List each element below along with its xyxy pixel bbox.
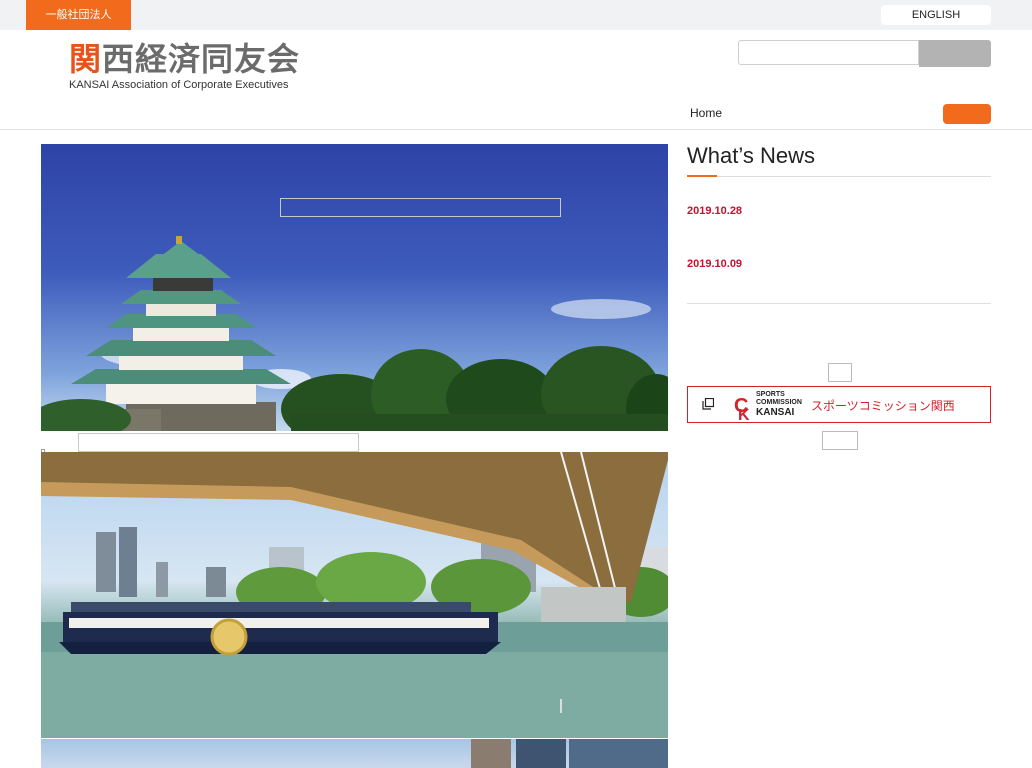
external-link-icon <box>702 398 714 410</box>
hero-slide-castle[interactable] <box>41 144 668 431</box>
news-item-date[interactable]: 2019.10.28 <box>687 205 742 217</box>
more-link-box-2[interactable] <box>822 431 858 450</box>
site-header: 関西経済同友会 KANSAI Association of Corporate … <box>0 30 1032 130</box>
logo-line: KANSAI <box>756 407 795 418</box>
news-divider <box>687 303 991 304</box>
search-input[interactable] <box>738 40 919 65</box>
nav-home-link[interactable]: Home <box>690 106 722 120</box>
slide-caption-box-2 <box>78 433 359 452</box>
svg-text:K: K <box>738 407 750 422</box>
sports-commission-banner[interactable]: C K SPORTS COMMISSION KANSAI スポーツコミッション関… <box>687 386 991 423</box>
top-bar: 一般社団法人 ENGLISH <box>0 0 1032 30</box>
logo-accent-char: 関 <box>69 40 103 78</box>
more-link-box[interactable] <box>828 363 852 382</box>
slide-caption-box <box>280 198 561 217</box>
site-logo[interactable]: 関西経済同友会 KANSAI Association of Corporate … <box>69 40 300 91</box>
news-item-date[interactable]: 2019.10.09 <box>687 258 742 270</box>
castle-image <box>41 236 668 431</box>
hero-slide-river[interactable] <box>41 452 668 738</box>
sports-commission-logo-text: SPORTS COMMISSION KANSAI <box>756 391 802 418</box>
logo-line: COMMISSION <box>756 399 802 406</box>
logo-line: SPORTS <box>756 391 785 398</box>
city-image <box>471 739 668 768</box>
news-heading-accent <box>687 175 717 177</box>
nav-menu-button[interactable] <box>943 104 991 124</box>
logo-english: KANSAI Association of Corporate Executiv… <box>69 79 289 91</box>
logo-japanese: 関西経済同友会 <box>69 40 300 78</box>
news-heading: What’s News <box>687 143 815 168</box>
river-image <box>41 452 668 738</box>
english-button[interactable]: ENGLISH <box>881 5 991 25</box>
logo-rest-chars: 西経済同友会 <box>102 40 301 78</box>
banner-text: スポーツコミッション関西 <box>811 399 955 413</box>
news-heading-rule <box>687 176 991 177</box>
slide-marker <box>560 699 562 713</box>
hero-slide-city[interactable] <box>41 739 668 768</box>
corporate-type-tag: 一般社団法人 <box>26 0 131 30</box>
search-button[interactable] <box>919 40 991 67</box>
